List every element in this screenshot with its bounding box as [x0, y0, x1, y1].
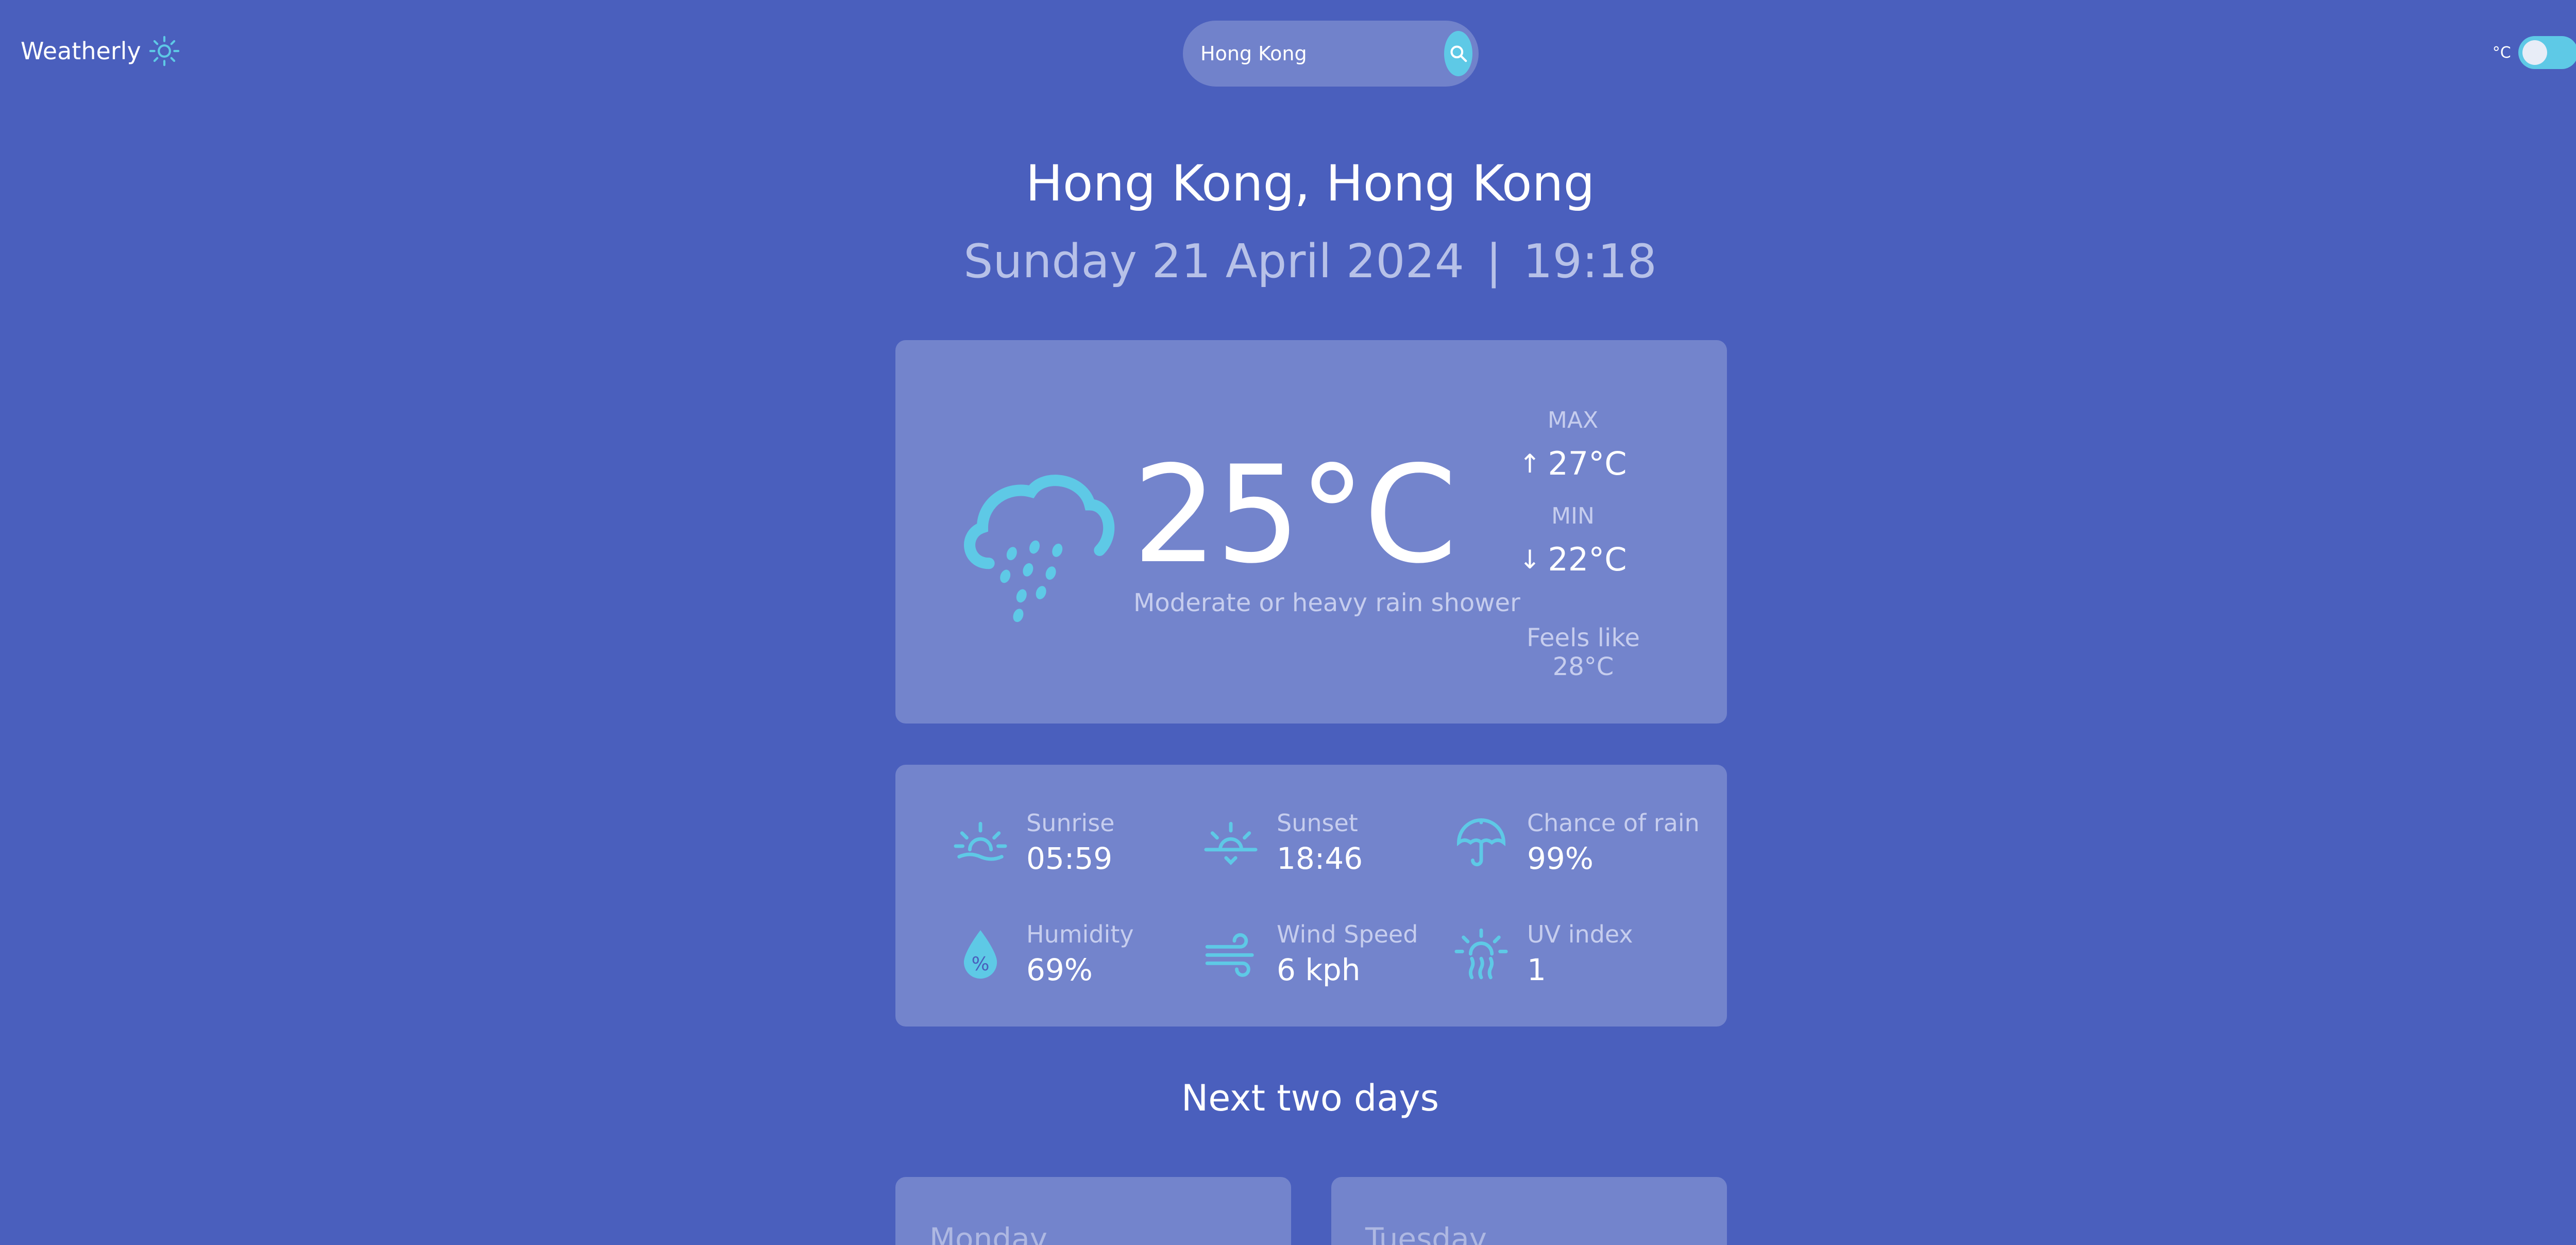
detail-value: 6 kph: [1277, 952, 1361, 987]
forecast-day-label: Monday: [929, 1221, 1047, 1245]
sun-icon: [149, 36, 179, 66]
search-input[interactable]: [1200, 42, 1444, 65]
max-value: 27°C: [1548, 445, 1627, 482]
min-label: MIN: [1551, 503, 1595, 529]
logo-text: Weatherly: [21, 37, 141, 65]
sunrise-icon: [954, 821, 1007, 861]
date-time-separator: |: [1486, 234, 1502, 289]
forecast-day-card[interactable]: Monday: [895, 1177, 1291, 1245]
detail-label: Sunrise: [1026, 809, 1115, 837]
search-icon: [1450, 45, 1467, 62]
current-time: 19:18: [1523, 234, 1657, 289]
detail-label: Sunset: [1277, 809, 1358, 837]
min-max-temperature: MAX ↑ 27°C MIN ↓ 22°C: [1488, 407, 1658, 599]
detail-wind-speed: Wind Speed 6 kph: [1202, 920, 1418, 987]
detail-value: 18:46: [1277, 841, 1363, 876]
detail-value: 99%: [1527, 841, 1594, 876]
umbrella-icon: [1457, 818, 1505, 866]
location-title: Hong Kong, Hong Kong: [1025, 155, 1595, 212]
detail-sunrise: Sunrise 05:59: [952, 809, 1114, 876]
arrow-up-icon: ↑: [1519, 448, 1541, 479]
weather-condition: Moderate or heavy rain shower: [1133, 588, 1520, 617]
detail-chance-of-rain: Chance of rain 99%: [1453, 809, 1700, 876]
detail-value: 69%: [1026, 952, 1093, 987]
unit-toggle: °C °F: [2493, 36, 2576, 69]
date-time: Sunday 21 April 2024 | 19:18: [0, 234, 2576, 289]
min-temperature: ↓ 22°C: [1488, 541, 1658, 578]
detail-label: UV index: [1527, 920, 1633, 948]
current-date: Sunday 21 April 2024: [963, 234, 1465, 289]
humidity-icon: %: [963, 930, 997, 979]
max-label: MAX: [1547, 407, 1599, 433]
detail-label: Humidity: [1026, 920, 1134, 948]
forecast-day-card[interactable]: Tuesday: [1331, 1177, 1727, 1245]
min-value: 22°C: [1548, 541, 1627, 578]
detail-uv-index: UV index 1: [1453, 920, 1633, 987]
detail-value: 05:59: [1026, 841, 1113, 876]
weather-details-card: Sunrise 05:59 Sunset 18:46 Chance of rai…: [895, 765, 1727, 1027]
detail-value: 1: [1527, 952, 1546, 987]
switch-knob: [2522, 40, 2547, 65]
max-temperature: ↑ 27°C: [1488, 445, 1658, 482]
detail-label: Wind Speed: [1277, 920, 1418, 948]
detail-sunset: Sunset 18:46: [1202, 809, 1363, 876]
rain-cloud-icon: [964, 475, 1115, 622]
wind-icon: [1205, 933, 1254, 977]
uv-index-icon: [1454, 928, 1508, 980]
svg-text:%: %: [972, 953, 990, 975]
sunset-icon: [1204, 821, 1258, 865]
weather-app: Weatherly °C °F Hong Kong,: [0, 0, 2576, 1245]
current-weather-card: 25°C Moderate or heavy rain shower MAX ↑…: [895, 340, 1727, 724]
app-logo[interactable]: Weatherly: [21, 35, 180, 67]
unit-switch[interactable]: [2518, 36, 2576, 69]
feels-like: Feels like 28°C: [1527, 624, 1640, 681]
celsius-label: °C: [2492, 43, 2511, 62]
forecast-day-label: Tuesday: [1365, 1221, 1487, 1245]
arrow-down-icon: ↓: [1519, 544, 1541, 575]
detail-label: Chance of rain: [1527, 809, 1700, 837]
search-bar: [1183, 21, 1479, 87]
search-button[interactable]: [1444, 31, 1472, 76]
detail-humidity: % Humidity 69%: [952, 920, 1134, 987]
current-temperature: 25°C: [1132, 438, 1457, 593]
forecast-title: Next two days: [1181, 1077, 1439, 1119]
